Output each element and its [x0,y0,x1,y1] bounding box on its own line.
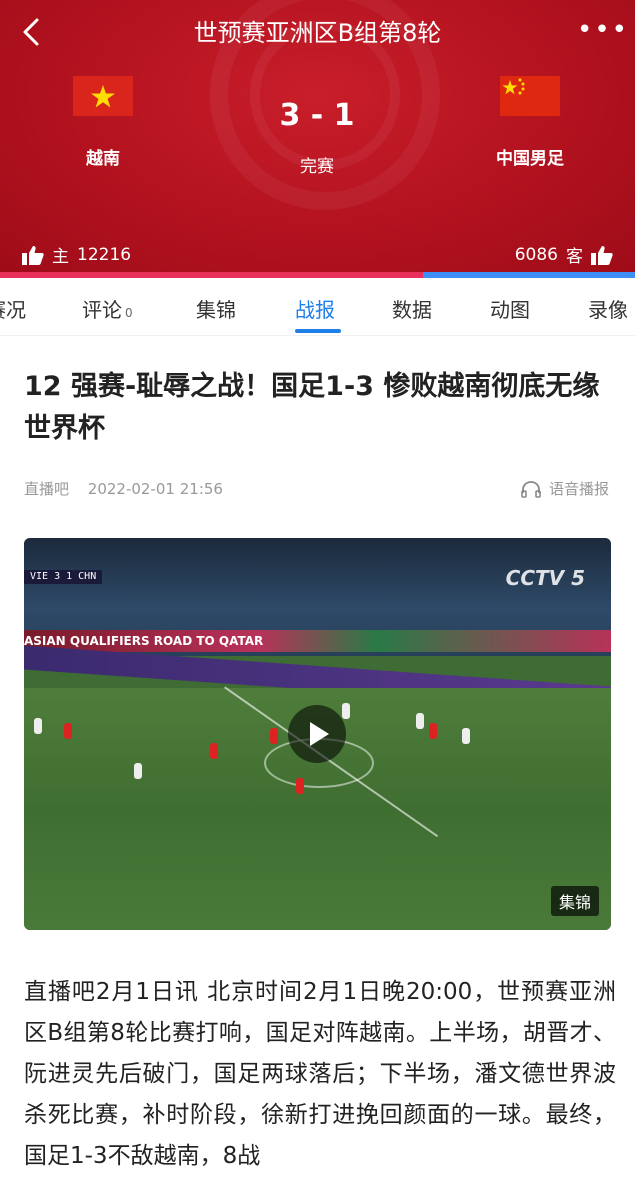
tab-comments[interactable]: 评论 0 [82,294,133,323]
away-team-name[interactable]: 中国男足 [450,144,610,169]
article-meta: 直播吧 2022-02-01 21:56 [24,478,223,499]
away-like-label: 客 [566,247,583,267]
highlights-badge: 集锦 [550,886,599,916]
active-tab-indicator [295,329,341,333]
tab-report[interactable]: 战报 [295,294,335,323]
tab-gifs[interactable]: 动图 [490,294,530,323]
voice-broadcast-button[interactable]: 语音播报 [521,478,609,499]
video-player-figure [296,778,304,794]
broadcaster-logo: CCTV 5 [505,566,585,590]
video-scoreboard: VIE 3 1 CHN [24,570,103,584]
home-team-name[interactable]: 越南 [23,144,183,169]
tab-match-status[interactable]: 赛况 [0,294,26,323]
video-qualifier-text: ASIAN QUALIFIERS ROAD TO QATAR [24,634,264,648]
voice-broadcast-label: 语音播报 [548,480,609,498]
match-title: 世预赛亚洲区B组第8轮 [193,19,442,47]
thumbs-up-icon [591,245,613,265]
video-player[interactable]: ASIAN QUALIFIERS ROAD TO QATAR VIE 3 1 C… [24,538,611,930]
play-icon [310,722,329,746]
more-button[interactable]: ••• [577,17,627,44]
more-dots-icon: ••• [577,15,630,45]
play-button[interactable] [288,705,346,763]
tab-bar: 赛况 评论0 集锦 战报 数据 动图 录像 [0,278,635,336]
away-like-count: 6086 [514,244,558,265]
china-flag-icon [500,76,560,116]
article-body: 直播吧2月1日讯 北京时间2月1日晚20:00，世预赛亚洲区B组第8轮比赛打响，… [24,979,616,1169]
away-like-button[interactable]: 6086 客 [515,242,613,267]
article-datetime: 2022-02-01 21:56 [87,480,223,498]
video-player-figure [416,713,424,729]
back-button[interactable] [14,14,50,50]
tab-replay[interactable]: 录像 [588,294,628,323]
tab-stats[interactable]: 数据 [392,294,432,323]
vietnam-flag-icon [73,76,133,116]
match-status: 完赛 [300,157,334,177]
thumbs-up-icon [22,245,44,265]
video-player-figure [34,718,42,734]
tab-highlights[interactable]: 集锦 [196,294,236,323]
match-score: 3 - 1 [279,98,355,133]
chevron-left-icon [23,18,39,46]
match-header: 世预赛亚洲区B组第8轮 ••• 越南 3 - 1 完赛 中国男足 主 12216… [0,0,635,272]
video-player-figure [210,743,218,759]
video-player-figure [270,728,278,744]
video-player-figure [64,723,72,739]
home-like-label: 主 [52,247,69,267]
video-player-figure [134,763,142,779]
headphones-icon [521,480,541,498]
home-like-count: 12216 [77,244,132,265]
comment-count: 0 [125,306,133,320]
video-player-figure [342,703,350,719]
article-title: 12 强赛-耻辱之战！国足1-3 惨败越南彻底无缘世界杯 [24,371,600,444]
home-like-button[interactable]: 主 12216 [22,242,131,267]
video-player-figure [429,723,437,739]
article-source[interactable]: 直播吧 [24,480,69,498]
video-player-figure [462,728,470,744]
